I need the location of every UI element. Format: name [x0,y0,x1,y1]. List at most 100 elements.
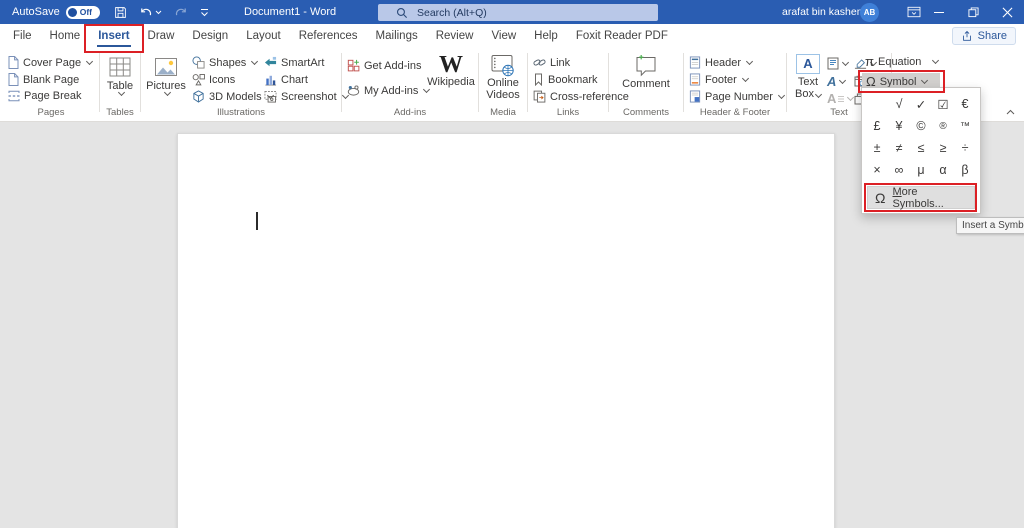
symbol-cell[interactable]: ÷ [954,137,976,159]
get-addins-button[interactable]: Get Add-ins [344,59,428,72]
customize-quick-access-button[interactable] [200,8,209,17]
symbol-cell[interactable]: μ [910,159,932,181]
search-bar[interactable] [378,4,658,21]
share-button[interactable]: Share [951,27,1016,45]
shapes-button[interactable]: Shapes [189,56,261,69]
symbol-cell[interactable] [866,93,888,115]
chevron-down-icon [155,10,162,15]
page-number-button[interactable]: Page Number [686,90,785,103]
group-tables: Table Tables [102,48,138,121]
quick-parts-button[interactable] [827,57,854,70]
symbol-cell[interactable]: × [866,159,888,181]
symbol-cell[interactable]: ™ [954,115,976,137]
tab-view[interactable]: View [482,24,525,48]
header-button[interactable]: Header [686,56,784,69]
tab-references-label: References [298,30,358,42]
tab-design[interactable]: Design [183,24,237,48]
group-pages: Cover Page Blank Page Page Break Pages [5,48,97,121]
group-comments: Comment Comments [611,48,681,121]
comment-label: Comment [622,78,670,90]
text-box-label-line1: Text [797,76,819,88]
more-symbols-button[interactable]: Ω More Symbols... [864,183,977,212]
symbol-label: Symbol [879,75,917,88]
symbol-cell[interactable]: ✓ [910,93,932,115]
smartart-button[interactable]: SmartArt [261,56,337,69]
document-page[interactable] [177,133,835,528]
tab-foxit-reader-pdf[interactable]: Foxit Reader PDF [567,24,677,48]
cross-reference-button[interactable]: Cross-reference [530,90,629,103]
symbol-dropdown: √ ✓ ☑ € £ ¥ © ® ™ ± ≠ ≤ ≥ ÷ × ∞ μ α β Ω … [861,87,981,214]
bookmark-button[interactable]: Bookmark [530,73,606,86]
autosave-control[interactable]: AutoSave Off [12,5,100,19]
autosave-state: Off [79,7,92,17]
footer-button[interactable]: Footer [686,73,784,86]
symbol-cell[interactable]: ≥ [932,137,954,159]
share-icon [961,30,973,42]
symbol-cell[interactable]: ☑ [932,93,954,115]
group-divider [683,53,684,112]
chart-button[interactable]: Chart [261,73,337,86]
avatar[interactable]: AB [860,3,879,22]
chevron-down-icon [777,91,785,100]
footer-icon [689,73,701,86]
redo-button[interactable] [174,6,188,19]
comment-button[interactable]: Comment [611,48,681,90]
chevron-down-icon [932,56,940,65]
table-button[interactable]: Table [102,48,138,97]
symbol-cell[interactable]: α [932,159,954,181]
tab-help[interactable]: Help [525,24,567,48]
smartart-label: SmartArt [281,56,325,69]
symbol-cell[interactable]: ∞ [888,159,910,181]
restore-button[interactable] [956,0,990,24]
screenshot-label: Screenshot [281,90,337,103]
tab-home[interactable]: Home [41,24,90,48]
chevron-down-icon [117,88,125,97]
group-divider [527,53,528,112]
wordart-button[interactable]: A [827,75,854,88]
tab-file[interactable]: File [4,24,41,48]
symbol-cell[interactable]: β [954,159,976,181]
symbol-cell[interactable]: £ [866,115,888,137]
group-label-addins: Add-ins [393,107,427,118]
save-button[interactable] [114,6,127,19]
symbol-cell[interactable]: ≠ [888,137,910,159]
group-links: Link Bookmark Cross-reference Links [530,48,629,121]
tab-mailings[interactable]: Mailings [367,24,427,48]
drop-cap-button[interactable]: A [827,92,855,105]
chart-icon [264,73,277,86]
equation-label: Equation [877,55,922,68]
share-label: Share [977,30,1007,42]
search-input[interactable] [417,6,617,19]
my-addins-button[interactable]: My Add-ins [344,84,431,97]
tab-layout[interactable]: Layout [237,24,290,48]
text-box-glyph: A [803,56,813,71]
tab-references[interactable]: References [290,24,367,48]
symbol-cell[interactable]: € [954,93,976,115]
tab-review[interactable]: Review [427,24,483,48]
symbol-cell[interactable]: ® [932,115,954,137]
online-videos-button[interactable]: Online Videos [481,48,525,101]
symbol-cell[interactable]: √ [888,93,910,115]
group-divider [99,53,100,112]
quick-parts-icon [827,57,839,70]
symbol-cell[interactable]: ≤ [910,137,932,159]
icons-button[interactable]: Icons [189,73,261,86]
symbol-cell[interactable]: ¥ [888,115,910,137]
collapse-ribbon-button[interactable] [1006,109,1015,115]
symbol-cell[interactable]: ± [866,137,888,159]
equation-button[interactable]: π Equation [862,55,948,68]
minimize-button[interactable] [922,0,956,24]
page-break-button[interactable]: Page Break [5,90,97,102]
tab-insert[interactable]: Insert [84,24,144,53]
close-button[interactable] [990,0,1024,24]
cover-page-button[interactable]: Cover Page [5,56,97,69]
link-button[interactable]: Link [530,56,606,69]
blank-page-icon [8,73,19,86]
3d-models-button[interactable]: 3D Models [189,90,274,103]
autosave-toggle[interactable]: Off [65,5,100,19]
blank-page-button[interactable]: Blank Page [5,73,97,86]
tab-draw[interactable]: Draw [139,24,184,48]
symbol-cell[interactable]: © [910,115,932,137]
tab-foxit-label: Foxit Reader PDF [575,30,668,42]
undo-button[interactable] [139,6,162,19]
